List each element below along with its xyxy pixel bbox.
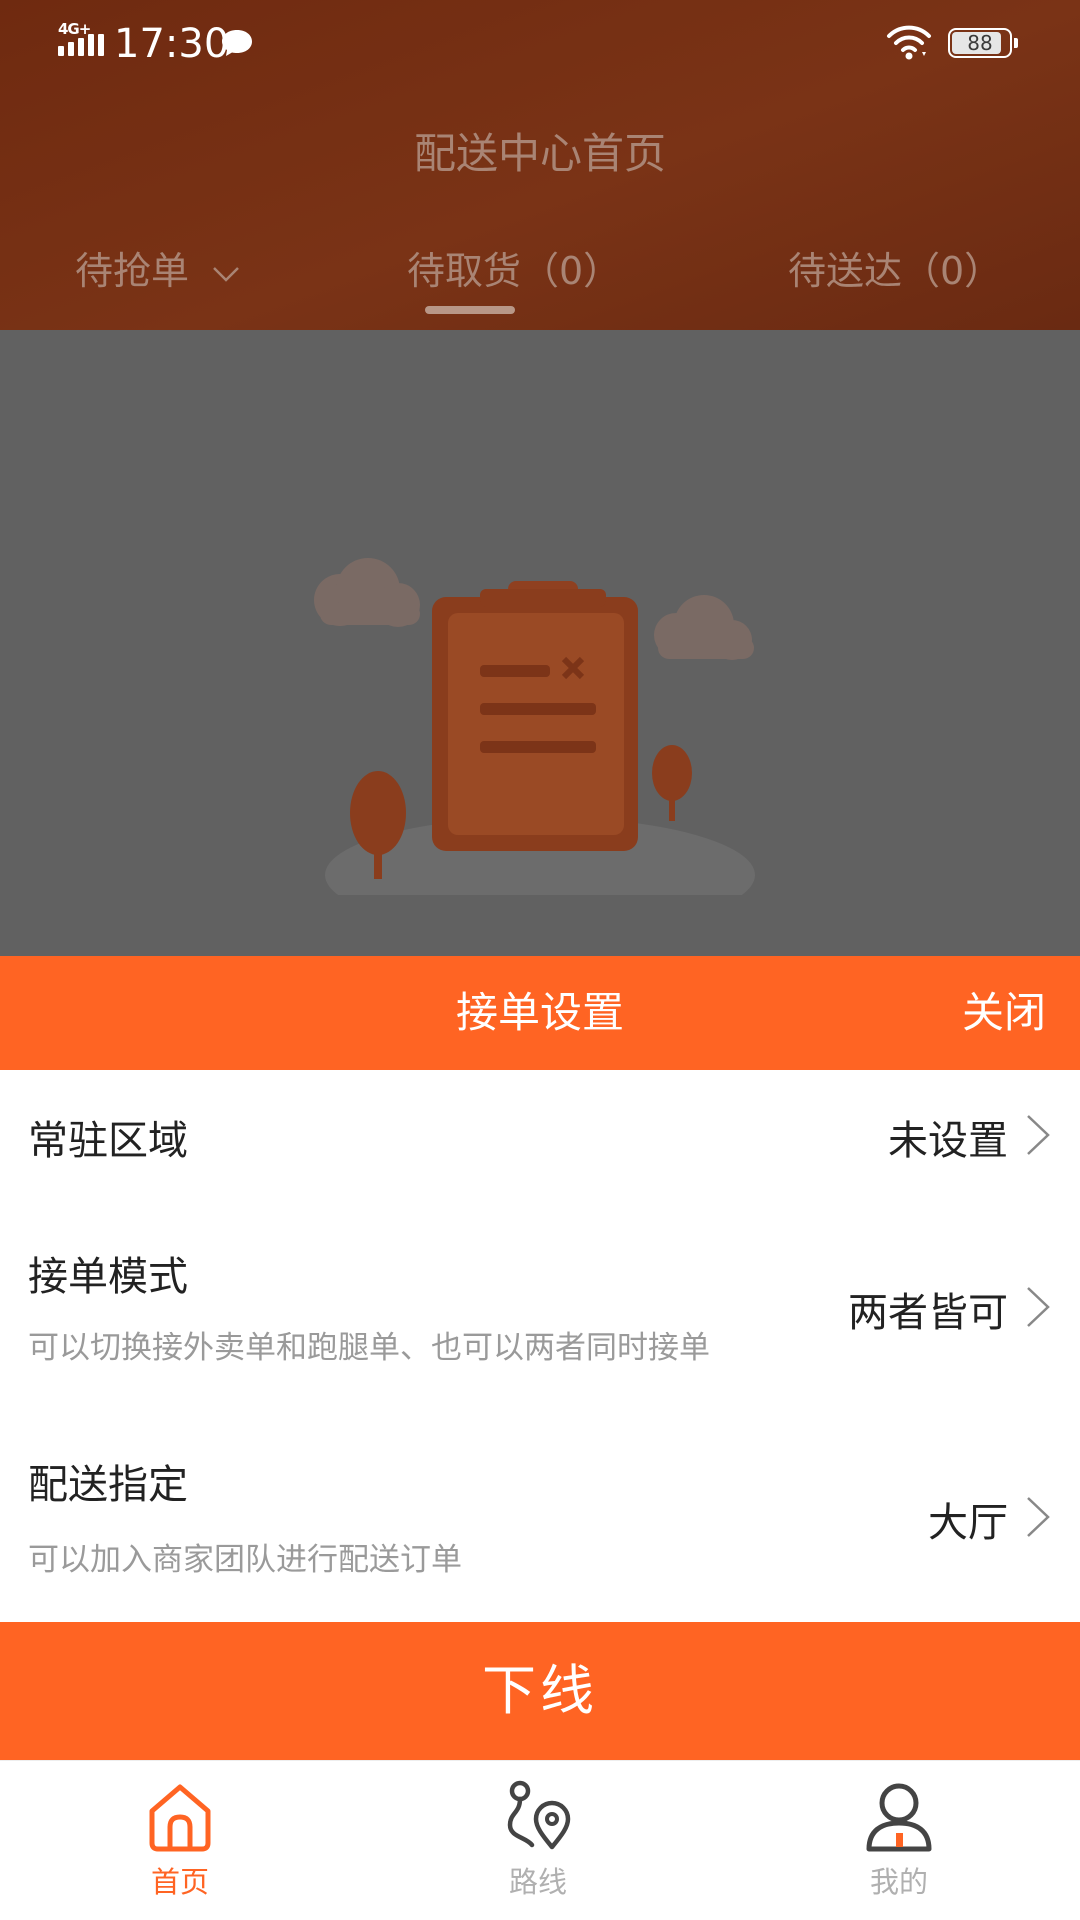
nav-item-home[interactable]: 首页 <box>80 1761 280 1920</box>
network-type: 4G+ <box>58 20 91 38</box>
message-icon <box>222 30 252 56</box>
battery-icon: 88 <box>948 28 1018 58</box>
route-icon <box>507 1780 571 1850</box>
nav-label: 我的 <box>869 1865 928 1899</box>
tab-label: 待抢单 <box>75 249 190 293</box>
close-button[interactable]: 关闭 <box>962 956 1046 1070</box>
nav-item-mine[interactable]: 我的 <box>799 1761 999 1920</box>
chevron-right-icon <box>1027 1115 1050 1155</box>
setting-row-resident-area[interactable]: 常驻区域 未设置 <box>0 1070 1080 1202</box>
nav-item-route[interactable]: 路线 <box>438 1761 638 1920</box>
setting-row-order-mode[interactable]: 接单模式 可以切换接外卖单和跑腿单、也可以两者同时接单 两者皆可 <box>0 1202 1080 1410</box>
nav-label: 路线 <box>508 1865 567 1899</box>
chevron-right-icon <box>1027 1497 1050 1537</box>
order-tabs: 待抢单 待取货（0） 待送达（0） <box>0 245 1080 305</box>
chevron-right-icon <box>1027 1287 1050 1327</box>
tab-label: 待送达（0） <box>788 249 1003 293</box>
sheet-title: 接单设置 <box>455 988 624 1037</box>
setting-description: 可以切换接外卖单和跑腿单、也可以两者同时接单 <box>28 1330 710 1366</box>
setting-description: 可以加入商家团队进行配送订单 <box>28 1542 462 1578</box>
active-tab-indicator <box>425 306 515 314</box>
settings-list: 常驻区域 未设置 接单模式 可以切换接外卖单和跑腿单、也可以两者同时接单 两者皆… <box>0 1070 1080 1622</box>
setting-row-delivery-assignment[interactable]: 配送指定 可以加入商家团队进行配送订单 大厅 <box>0 1410 1080 1622</box>
header: 4G+ 17:30 88 配送中心首页 待抢单 待取货（0） 待送达（0） <box>0 0 1080 330</box>
tab-pending-pickup[interactable]: 待取货（0） <box>407 245 621 305</box>
signal-icon: 4G+ <box>56 20 110 60</box>
go-offline-button[interactable]: 下线 <box>0 1622 1080 1760</box>
status-time: 17:30 <box>114 21 230 67</box>
tab-label: 待取货（0） <box>407 249 622 293</box>
setting-title: 配送指定 <box>28 1462 188 1508</box>
nav-label: 首页 <box>150 1865 209 1899</box>
setting-title: 常驻区域 <box>28 1118 188 1164</box>
profile-icon <box>866 1783 932 1852</box>
empty-state-area <box>0 330 1080 956</box>
battery-level: 88 <box>967 31 993 55</box>
sheet-header: 接单设置 关闭 <box>0 956 1080 1070</box>
setting-title: 接单模式 <box>28 1254 188 1300</box>
page-title: 配送中心首页 <box>413 129 666 178</box>
tab-pending-grab[interactable]: 待抢单 <box>75 245 241 305</box>
status-bar: 4G+ 17:30 88 <box>0 0 1080 90</box>
setting-value: 大厅 <box>928 1500 1008 1546</box>
empty-clipboard-illustration <box>314 558 755 895</box>
chevron-down-icon <box>213 266 239 282</box>
tab-pending-delivery[interactable]: 待送达（0） <box>788 245 1002 305</box>
setting-value: 未设置 <box>888 1118 1008 1164</box>
bottom-nav: 首页 路线 我的 <box>0 1760 1080 1920</box>
home-icon <box>149 1784 211 1852</box>
wifi-icon <box>887 25 931 60</box>
setting-value: 两者皆可 <box>848 1290 1008 1336</box>
